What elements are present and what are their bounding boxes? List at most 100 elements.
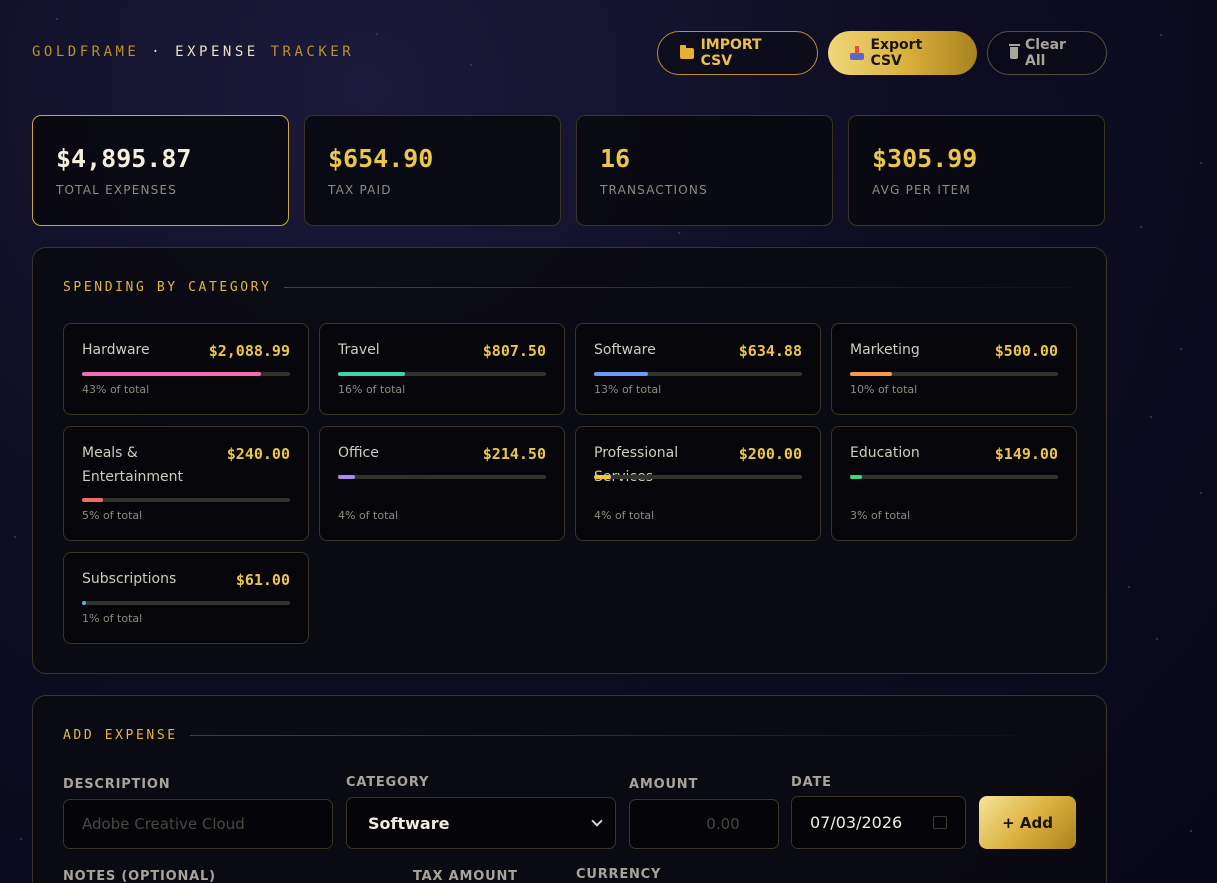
category-progress-bar [850, 372, 1058, 376]
section-heading: SPENDING BY CATEGORY [63, 248, 1076, 295]
category-name: Office [338, 445, 379, 461]
stats-row: $4,895.87 TOTAL EXPENSES $654.90 TAX PAI… [32, 115, 1107, 226]
brand-word-1: GOLDFRAME [32, 44, 140, 60]
amount-label: AMOUNT [629, 777, 699, 792]
category-grid: Hardware $2,088.99 43% of total Travel $807.… [63, 323, 1077, 644]
section-heading: ADD EXPENSE [63, 696, 1076, 743]
category-percent: 4% of total [594, 509, 655, 522]
category-amount: $634.88 [738, 342, 802, 360]
category-percent: 16% of total [338, 383, 406, 396]
category-amount: $214.50 [482, 445, 546, 463]
folder-icon [680, 44, 694, 59]
category-label: CATEGORY [346, 775, 430, 790]
stat-label: TOTAL EXPENSES [56, 183, 178, 197]
stat-transactions: 16 TRANSACTIONS [576, 115, 833, 226]
stat-avg-per-item: $305.99 AVG PER ITEM [848, 115, 1105, 226]
category-name: Education [850, 445, 920, 461]
stat-value: 16 [600, 144, 631, 173]
description-label: DESCRIPTION [63, 777, 171, 792]
date-label: DATE [791, 775, 832, 790]
wastebasket-icon [1008, 44, 1021, 59]
category-card-header: Travel $807.50 [338, 342, 546, 362]
category-amount: $2,088.99 [208, 342, 290, 360]
category-card-header: Meals & Entertainment $240.00 [82, 445, 290, 489]
category-percent: 10% of total [850, 383, 918, 396]
category-card: Office $214.50 4% of total [319, 426, 565, 541]
import-csv-button[interactable]: IMPORT CSV [657, 31, 818, 75]
category-percent: 1% of total [82, 612, 143, 625]
brand-word-2: EXPENSE [175, 44, 259, 60]
category-amount: $200.00 [738, 445, 802, 463]
add-expense-form: DESCRIPTION Adobe Creative Cloud CATEGOR… [63, 743, 1076, 883]
category-card: Hardware $2,088.99 43% of total [63, 323, 309, 415]
category-progress-fill [338, 372, 405, 376]
category-card-header: Professional Services $200.00 [594, 445, 802, 489]
add-expense-panel: ADD EXPENSE DESCRIPTION Adobe Creative C… [32, 695, 1107, 883]
calendar-icon[interactable] [933, 816, 947, 829]
chevron-down-icon [591, 815, 603, 827]
description-input[interactable]: Adobe Creative Cloud [63, 799, 333, 849]
category-progress-bar [850, 475, 1058, 479]
stat-tax-paid: $654.90 TAX PAID [304, 115, 561, 226]
category-name: Software [594, 342, 656, 358]
inbox-tray-icon [850, 46, 865, 60]
export-csv-button[interactable]: Export CSV [828, 31, 977, 75]
export-csv-label: Export CSV [870, 37, 923, 69]
category-card: Professional Services $200.00 4% of total [575, 426, 821, 541]
category-select[interactable]: Software [346, 797, 616, 849]
category-card-header: Software $634.88 [594, 342, 802, 362]
date-input[interactable]: 07/03/2026 [791, 796, 966, 849]
category-percent: 3% of total [850, 509, 911, 522]
category-progress-fill [850, 475, 863, 479]
category-card: Software $634.88 13% of total [575, 323, 821, 415]
category-percent: 4% of total [338, 509, 399, 522]
category-card: Marketing $500.00 10% of total [831, 323, 1077, 415]
tax-amount-label: TAX AMOUNT [413, 869, 518, 883]
category-percent: 13% of total [594, 383, 662, 396]
add-expense-button[interactable]: + Add [979, 796, 1076, 849]
currency-label: CURRENCY [576, 867, 662, 882]
notes-label: NOTES (OPTIONAL) [63, 869, 216, 883]
stat-value: $654.90 [328, 144, 434, 173]
category-progress-bar [82, 372, 290, 376]
category-progress-fill [594, 475, 611, 479]
clear-all-label: Clear All [1025, 37, 1066, 69]
category-name: Professional Services [594, 445, 679, 485]
section-divider [189, 735, 1014, 736]
brand-title: GOLDFRAME · EXPENSE TRACKER [32, 44, 354, 60]
category-name: Marketing [850, 342, 920, 358]
category-progress-fill [594, 372, 649, 376]
date-value: 07/03/2026 [810, 813, 903, 832]
import-csv-label: IMPORT CSV [700, 37, 762, 69]
stat-value: $4,895.87 [56, 144, 192, 173]
category-progress-bar [82, 601, 290, 605]
category-progress-fill [82, 372, 261, 376]
category-amount: $240.00 [226, 445, 290, 463]
category-select-value: Software [368, 813, 450, 833]
category-progress-fill [82, 601, 87, 605]
category-name: Travel [338, 342, 380, 358]
stat-label: TAX PAID [328, 183, 392, 197]
category-progress-fill [338, 475, 355, 479]
category-progress-fill [82, 498, 103, 502]
category-progress-bar [338, 372, 546, 376]
category-percent: 5% of total [82, 509, 143, 522]
amount-input[interactable]: 0.00 [629, 799, 779, 849]
category-name: Hardware [82, 342, 150, 358]
category-card: Subscriptions $61.00 1% of total [63, 552, 309, 644]
category-name: Meals & Entertainment [82, 445, 184, 485]
category-progress-bar [594, 475, 802, 479]
category-progress-bar [594, 372, 802, 376]
spending-by-category-panel: SPENDING BY CATEGORY Hardware $2,088.99 43… [32, 247, 1107, 674]
category-amount: $61.00 [235, 571, 290, 589]
category-amount: $807.50 [482, 342, 546, 360]
app-container: GOLDFRAME · EXPENSE TRACKER IMPORT CSV E… [32, 0, 1107, 883]
brand-word-3: TRACKER [270, 44, 355, 60]
category-card-header: Marketing $500.00 [850, 342, 1058, 362]
category-card: Meals & Entertainment $240.00 5% of total [63, 426, 309, 541]
stat-value: $305.99 [872, 144, 978, 173]
section-title: ADD EXPENSE [63, 728, 178, 743]
category-name: Subscriptions [82, 571, 177, 587]
category-amount: $500.00 [994, 342, 1058, 360]
clear-all-button[interactable]: Clear All [987, 31, 1107, 75]
